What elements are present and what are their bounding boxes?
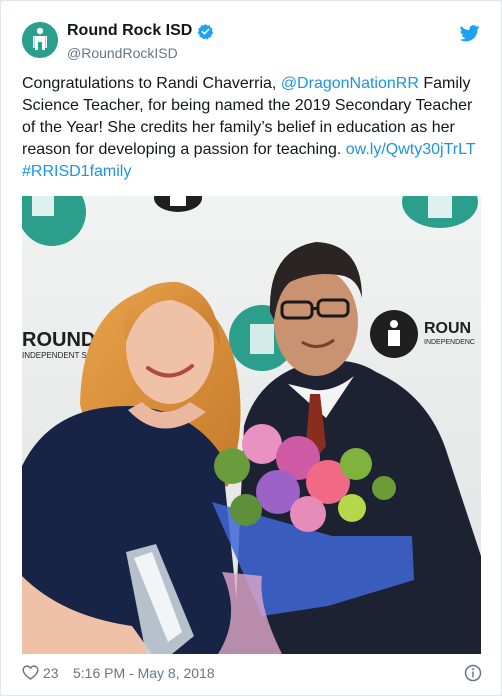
author-name-row[interactable]: Round Rock ISD <box>67 22 214 40</box>
timestamp[interactable]: 5:16 PM - May 8, 2018 <box>73 665 215 681</box>
backdrop-text-right: ROUN <box>424 320 471 337</box>
avatar[interactable] <box>22 22 58 58</box>
tweet-photo[interactable]: ROUND INDEPENDENT SC ROUN INDEPENDENC <box>22 196 481 654</box>
info-circle-icon[interactable] <box>464 664 482 682</box>
tweet-card: Round Rock ISD @RoundRockISD Congratulat… <box>0 0 502 696</box>
tweet-footer: 23 5:16 PM - May 8, 2018 <box>22 664 482 682</box>
tweet-text: Congratulations to Randi Chaverria, @Dra… <box>22 73 484 183</box>
tweet-text-part-1: Congratulations to Randi Chaverria, <box>22 75 281 92</box>
url-link[interactable]: ow.ly/Qwty30jTrLT <box>346 141 476 158</box>
backdrop-subtext-right: INDEPENDENC <box>424 339 475 346</box>
award-photo: ROUND INDEPENDENT SC ROUN INDEPENDENC <box>22 196 481 654</box>
verified-badge-icon <box>197 23 214 39</box>
twitter-bird-icon[interactable] <box>460 25 480 42</box>
mention-link[interactable]: @DragonNationRR <box>281 75 419 92</box>
like-count[interactable]: 23 <box>43 665 59 681</box>
hashtag-link[interactable]: #RRISD1family <box>22 163 131 180</box>
author-display-name[interactable]: Round Rock ISD <box>67 22 192 40</box>
round-rock-isd-logo-icon <box>22 22 58 58</box>
backdrop-text-left: ROUND <box>22 329 95 351</box>
author-handle[interactable]: @RoundRockISD <box>67 45 178 61</box>
backdrop-subtext-left: INDEPENDENT SC <box>22 351 93 360</box>
backdrop-logo-right <box>370 310 418 358</box>
heart-icon[interactable] <box>22 664 39 681</box>
